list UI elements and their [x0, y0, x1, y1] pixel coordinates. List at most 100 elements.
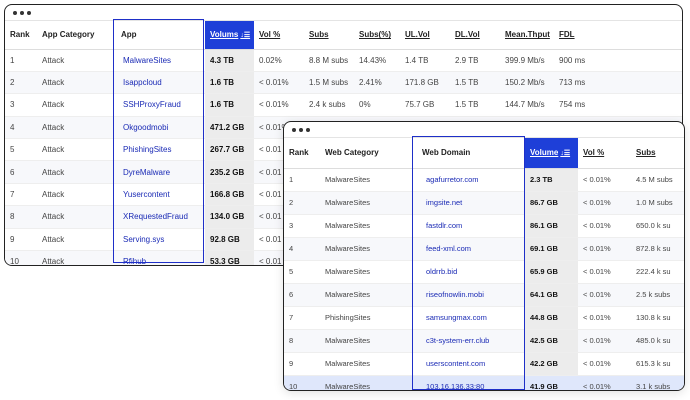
rank-cell: 4 — [5, 116, 37, 140]
category-cell: MalwareSites — [320, 375, 412, 390]
app-link[interactable]: XRequestedFraud — [115, 205, 205, 229]
category-cell: Attack — [37, 138, 115, 162]
app-link[interactable]: Yusercontent — [115, 183, 205, 207]
volume-cell: 134.0 GB — [205, 205, 254, 229]
window-dot-icon[interactable] — [13, 10, 17, 15]
category-cell: MalwareSites — [320, 283, 412, 307]
window-dot-icon[interactable] — [299, 127, 303, 132]
table-row[interactable]: 4 MalwareSites feed-xml.com 69.1 GB < 0.01% 8… — [284, 237, 684, 261]
col-volume[interactable]: Volume ↓☰ — [525, 138, 578, 169]
subs-cell: 485.0 k su — [631, 329, 684, 353]
rank-cell: 3 — [284, 214, 320, 238]
category-cell: Attack — [37, 183, 115, 207]
app-link[interactable]: MalwareSites — [115, 49, 205, 72]
rank-cell: 1 — [5, 49, 37, 72]
fdl-cell: 900 ms — [554, 49, 682, 72]
subs-pct-cell: 0% — [354, 93, 400, 117]
table-row[interactable]: 7 PhishingSites samsungmax.com 44.8 GB < 0.0… — [284, 306, 684, 330]
subs-cell: 2.4 k subs — [304, 93, 354, 117]
col-app-category: App Category — [37, 21, 115, 50]
sort-descending-icon[interactable]: ↓☰ — [560, 150, 570, 157]
col-ul-vol[interactable]: UL.Vol — [400, 21, 450, 50]
category-cell: Attack — [37, 250, 115, 265]
volume-cell: 166.8 GB — [205, 183, 254, 207]
app-link[interactable]: Isappcloud — [115, 71, 205, 95]
domain-link[interactable]: agafurretor.com — [412, 168, 525, 192]
category-cell: MalwareSites — [320, 237, 412, 261]
app-link[interactable]: Rfihub — [115, 250, 205, 265]
front-window-titlebar — [284, 122, 684, 138]
rank-cell: 8 — [5, 205, 37, 229]
vol-pct-cell: < 0.01% — [578, 214, 631, 238]
window-dot-icon[interactable] — [306, 127, 310, 132]
category-cell: MalwareSites — [320, 329, 412, 353]
vol-pct-cell: < 0.01% — [254, 93, 304, 117]
app-link[interactable]: Okgoodmobi — [115, 116, 205, 140]
volume-cell: 44.8 GB — [525, 306, 578, 330]
web-domain-table: Rank Web Category Web Domain Volume ↓☰ Vo… — [284, 138, 684, 390]
table-row[interactable]: 3 MalwareSites fastdlr.com 86.1 GB < 0.01% 65… — [284, 214, 684, 238]
domain-link[interactable]: 103.16.136.33:80 — [412, 375, 525, 390]
vol-pct-cell: < 0.01% — [578, 352, 631, 376]
window-dot-icon[interactable] — [27, 10, 31, 15]
table-row[interactable]: 1 MalwareSites agafurretor.com 2.3 TB < 0.01… — [284, 168, 684, 192]
app-link[interactable]: SSHProxyFraud — [115, 93, 205, 117]
window-dot-icon[interactable] — [20, 10, 24, 15]
category-cell: Attack — [37, 205, 115, 229]
domain-link[interactable]: c3t-system-err.club — [412, 329, 525, 353]
domain-link[interactable]: samsungmax.com — [412, 306, 525, 330]
table-row[interactable]: 5 MalwareSites oldrrb.bid 65.9 GB < 0.01% 222… — [284, 260, 684, 284]
fdl-cell: 713 ms — [554, 71, 682, 95]
col-web-domain[interactable]: Web Domain — [412, 138, 525, 169]
table-row[interactable]: 2 MalwareSites imgsite.net 86.7 GB < 0.01% 1.… — [284, 191, 684, 215]
vol-pct-cell: < 0.01% — [578, 329, 631, 353]
domain-link[interactable]: fastdlr.com — [412, 214, 525, 238]
col-subs[interactable]: Subs — [304, 21, 354, 50]
vol-pct-cell: < 0.01% — [578, 375, 631, 390]
table-row[interactable]: 2 Attack Isappcloud 1.6 TB < 0.01% 1.5 M subs… — [5, 71, 682, 95]
domain-link[interactable]: riseofnowlin.mobi — [412, 283, 525, 307]
volume-cell: 267.7 GB — [205, 138, 254, 162]
domain-link[interactable]: oldrrb.bid — [412, 260, 525, 284]
table-row[interactable]: 3 Attack SSHProxyFraud 1.6 TB < 0.01% 2.4 k s… — [5, 93, 682, 117]
subs-cell: 650.0 k su — [631, 214, 684, 238]
table-row[interactable]: 8 MalwareSites c3t-system-err.club 42.5 GB <… — [284, 329, 684, 353]
col-vol-pct[interactable]: Vol % — [254, 21, 304, 50]
app-link[interactable]: Serving.sys — [115, 228, 205, 252]
volume-cell: 42.2 GB — [525, 352, 578, 376]
rank-cell: 6 — [5, 160, 37, 184]
subs-cell: 3.1 k subs — [631, 375, 684, 390]
table-row[interactable]: 1 Attack MalwareSites 4.3 TB 0.02% 8.8 M subs… — [5, 49, 682, 72]
col-subs[interactable]: Subs — [631, 138, 684, 169]
col-volums[interactable]: Volums ↓☰ — [205, 21, 254, 50]
rank-cell: 7 — [5, 183, 37, 207]
window-dot-icon[interactable] — [292, 127, 296, 132]
app-link[interactable]: DyreMalware — [115, 160, 205, 184]
vol-pct-cell: < 0.01% — [578, 168, 631, 192]
rank-cell: 5 — [284, 260, 320, 284]
table-row[interactable]: 9 MalwareSites userscontent.com 42.2 GB < 0.… — [284, 352, 684, 376]
domain-link[interactable]: userscontent.com — [412, 352, 525, 376]
domain-link[interactable]: feed-xml.com — [412, 237, 525, 261]
col-app[interactable]: App — [115, 21, 205, 50]
sort-descending-icon[interactable]: ↓☰ — [240, 32, 250, 39]
col-mean-thput[interactable]: Mean.Thput — [500, 21, 554, 50]
category-cell: MalwareSites — [320, 214, 412, 238]
volume-cell: 471.2 GB — [205, 116, 254, 140]
app-link[interactable]: PhishingSites — [115, 138, 205, 162]
subs-cell: 222.4 k su — [631, 260, 684, 284]
col-dl-vol[interactable]: DL.Vol — [450, 21, 500, 50]
category-cell: Attack — [37, 71, 115, 95]
col-fdl[interactable]: FDL — [554, 21, 682, 50]
col-subs-pct[interactable]: Subs(%) — [354, 21, 400, 50]
rank-cell: 5 — [5, 138, 37, 162]
volume-cell: 1.6 TB — [205, 93, 254, 117]
subs-cell: 872.8 k su — [631, 237, 684, 261]
table-row[interactable]: 10 MalwareSites 103.16.136.33:80 41.9 GB < 0… — [284, 375, 684, 390]
ul-vol-cell: 75.7 GB — [400, 93, 450, 117]
domain-link[interactable]: imgsite.net — [412, 191, 525, 215]
rank-cell: 2 — [5, 71, 37, 95]
col-vol-pct[interactable]: Vol % — [578, 138, 631, 169]
table-row[interactable]: 6 MalwareSites riseofnowlin.mobi 64.1 GB < 0… — [284, 283, 684, 307]
rank-cell: 1 — [284, 168, 320, 192]
